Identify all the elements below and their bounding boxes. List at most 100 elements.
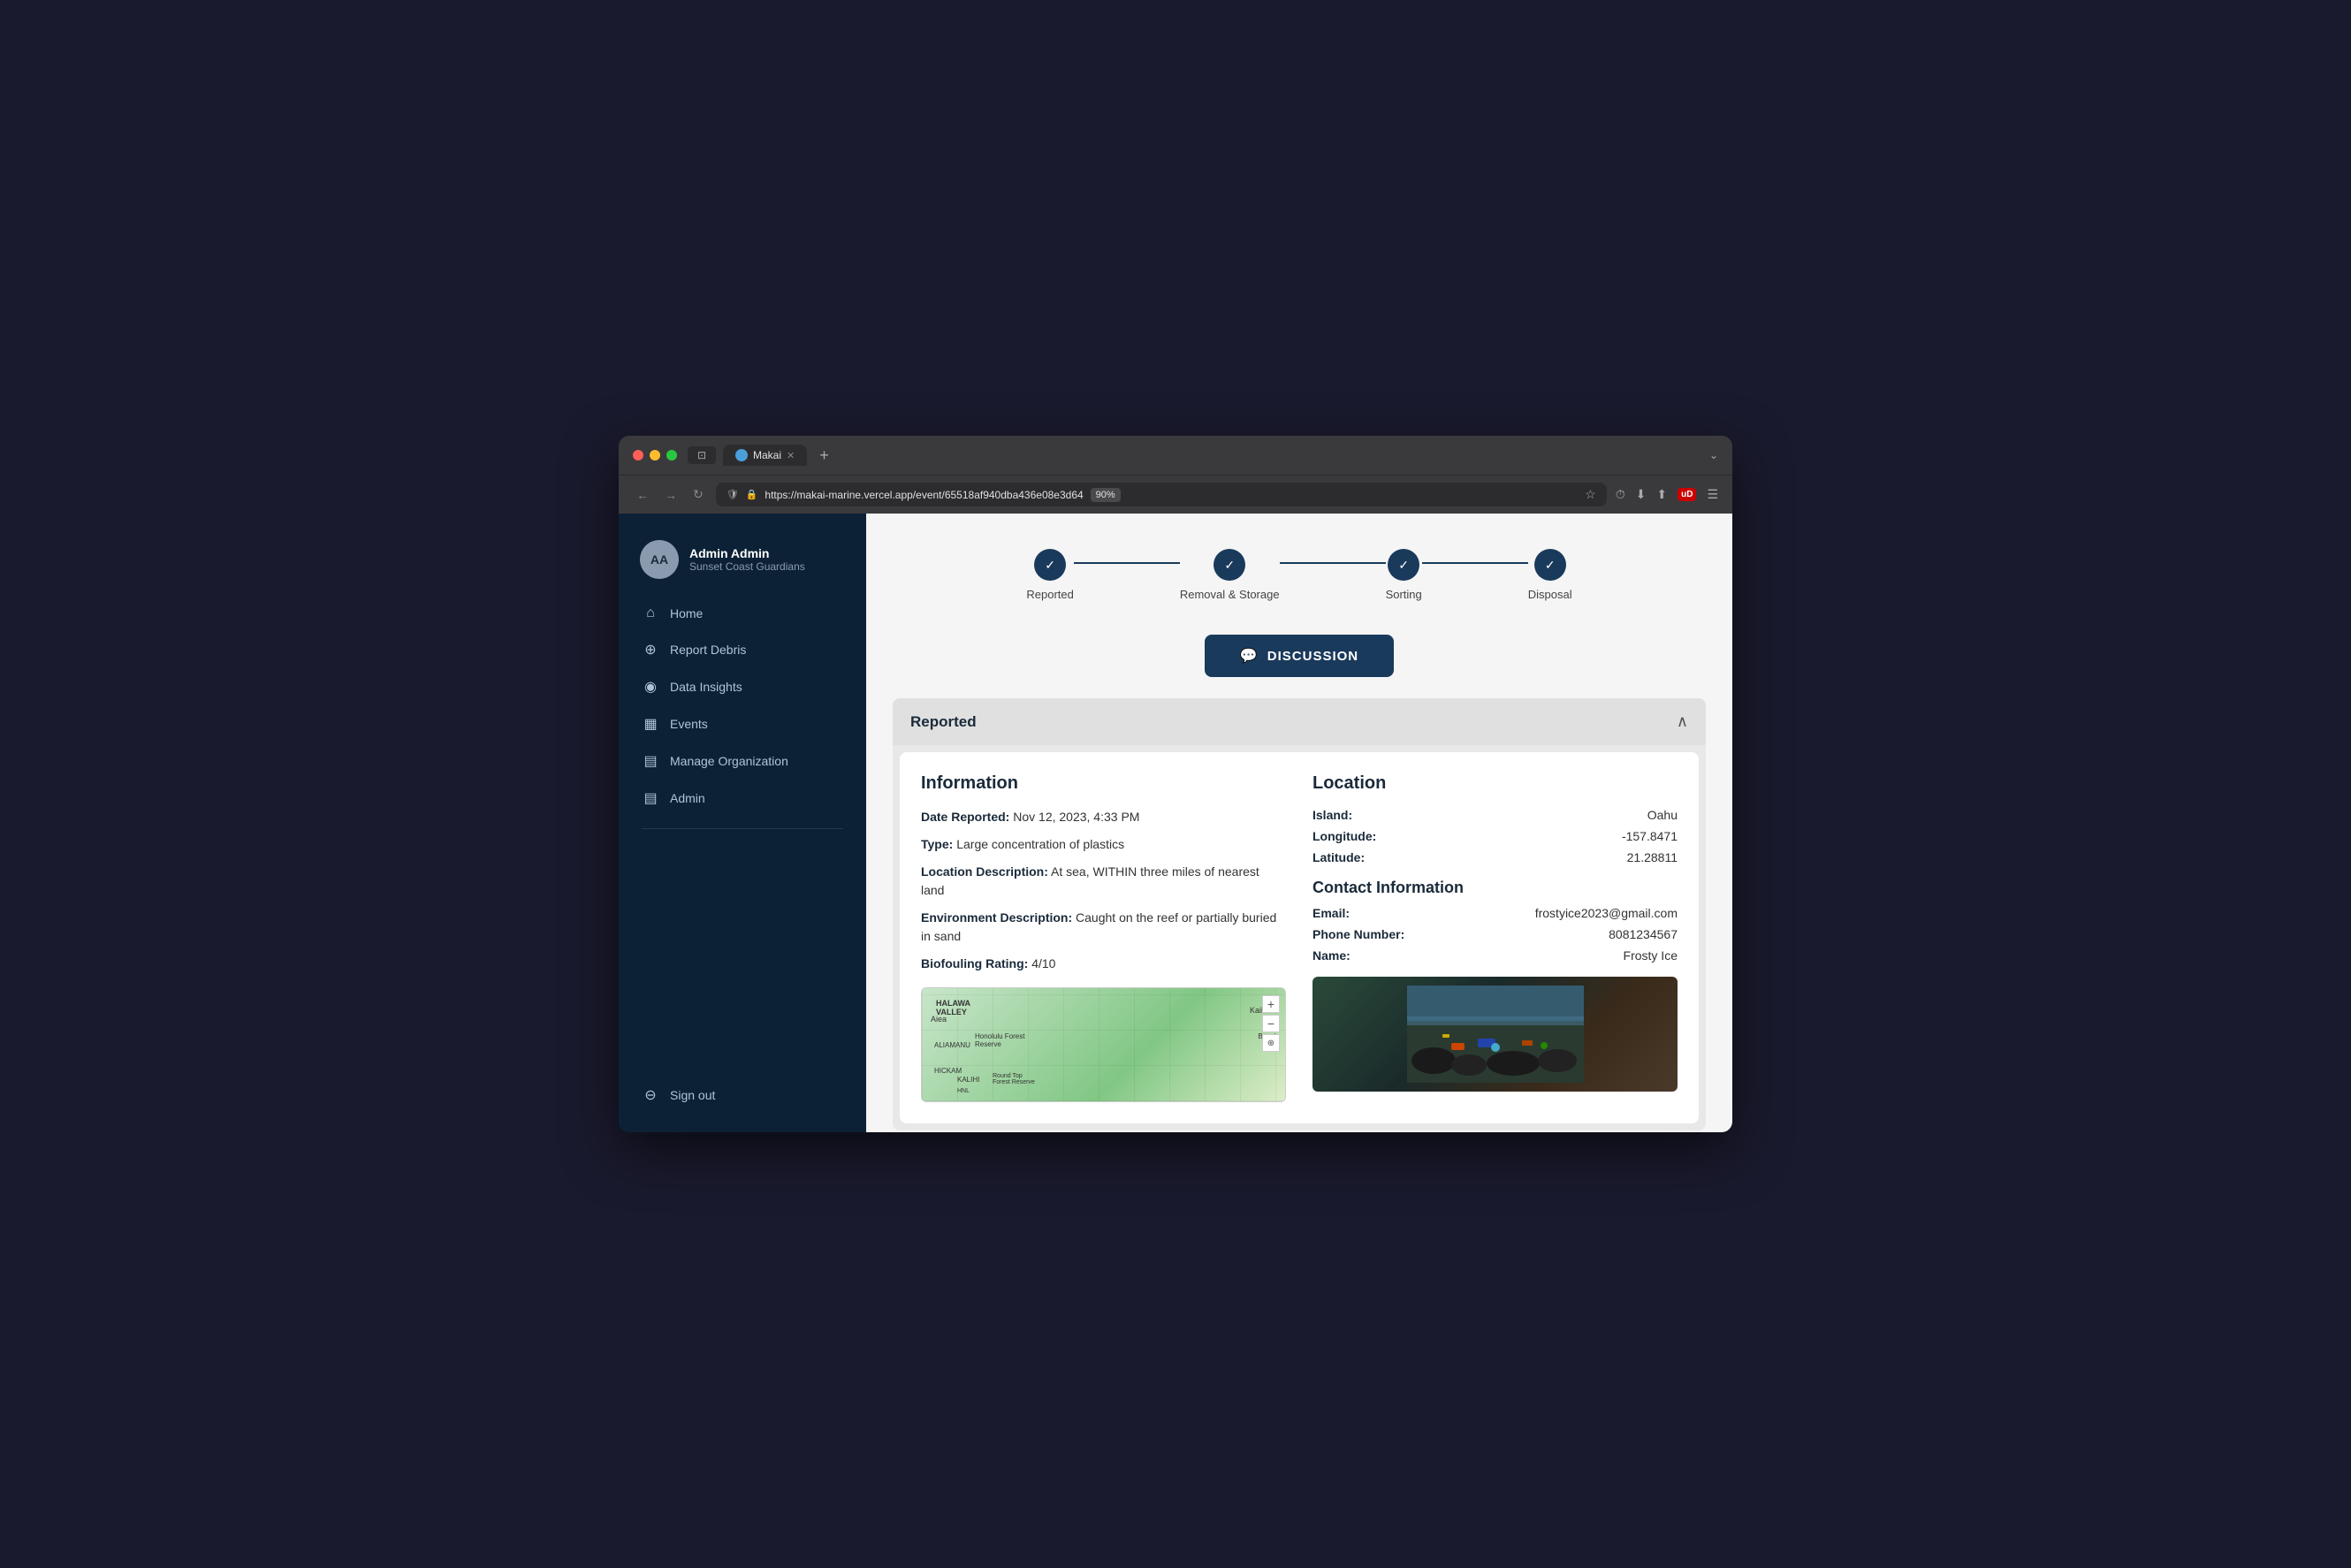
chart-icon: ◉ — [642, 678, 659, 696]
app-container: AA Admin Admin Sunset Coast Guardians ⌂ … — [619, 514, 1732, 1132]
step-disposal: ✓ Disposal — [1528, 549, 1572, 601]
zoom-badge: 90% — [1091, 488, 1121, 502]
sidebar-toggle[interactable]: ⊡ — [688, 446, 716, 464]
map-compass[interactable]: ⊕ — [1262, 1034, 1280, 1052]
date-reported-value: Nov 12, 2023, 4:33 PM — [1013, 810, 1139, 824]
active-tab[interactable]: Makai ✕ — [723, 445, 807, 466]
debris-photo-svg — [1407, 986, 1584, 1083]
sidebar: AA Admin Admin Sunset Coast Guardians ⌂ … — [619, 514, 866, 1132]
latitude-label: Latitude: — [1312, 850, 1365, 864]
step-label-removal: Removal & Storage — [1180, 588, 1280, 601]
minimize-button[interactable] — [650, 450, 660, 461]
map-label-kalihi: KALIHI — [957, 1076, 979, 1084]
sign-out-label: Sign out — [670, 1088, 715, 1102]
map-zoom-out[interactable]: − — [1262, 1015, 1280, 1032]
step-circle-removal: ✓ — [1214, 549, 1245, 581]
location-desc-row: Location Description: At sea, WITHIN thr… — [921, 863, 1286, 900]
sidebar-item-insights[interactable]: ◉ Data Insights — [629, 669, 856, 704]
env-desc-row: Environment Description: Caught on the r… — [921, 909, 1286, 946]
forward-button[interactable]: → — [661, 486, 681, 504]
information-title: Information — [921, 773, 1286, 794]
island-label: Island: — [1312, 808, 1352, 822]
share-icon[interactable]: ⬆ — [1656, 487, 1667, 502]
menu-icon[interactable]: ☰ — [1707, 487, 1718, 502]
ublock-icon[interactable]: uD — [1678, 488, 1696, 501]
sign-out-item[interactable]: ⊖ Sign out — [629, 1077, 856, 1113]
name-row: Name: Frosty Ice — [1312, 948, 1678, 963]
map-label-aiea: Aiea — [931, 1015, 947, 1024]
history-icon[interactable]: ⏱ — [1616, 487, 1625, 502]
browser-titlebar: ⊡ Makai ✕ + ⌄ — [619, 436, 1732, 475]
section-header: Reported ∧ — [893, 698, 1706, 745]
section-body: Information Date Reported: Nov 12, 2023,… — [900, 752, 1699, 1123]
step-connector-2 — [1280, 562, 1386, 564]
debris-photo — [1312, 977, 1678, 1092]
section-title: Reported — [910, 713, 977, 731]
island-row: Island: Oahu — [1312, 808, 1678, 822]
sidebar-item-home[interactable]: ⌂ Home — [629, 597, 856, 630]
step-circle-sorting: ✓ — [1388, 549, 1419, 581]
traffic-lights — [633, 450, 677, 461]
step-label-disposal: Disposal — [1528, 588, 1572, 601]
user-org: Sunset Coast Guardians — [689, 560, 805, 573]
map-label-hnl: HNL — [957, 1088, 970, 1094]
user-profile: AA Admin Admin Sunset Coast Guardians — [619, 531, 866, 597]
address-bar[interactable]: 🛡 🔒 https://makai-marine.vercel.app/even… — [716, 483, 1607, 506]
sidebar-label-admin: Admin — [670, 791, 705, 805]
step-connector-1 — [1074, 562, 1180, 564]
discussion-label: DISCUSSION — [1267, 649, 1358, 664]
user-name: Admin Admin — [689, 546, 805, 560]
sidebar-item-manage-org[interactable]: ▤ Manage Organization — [629, 743, 856, 779]
calendar-icon: ▦ — [642, 715, 659, 733]
discussion-button[interactable]: 💬 DISCUSSION — [1205, 635, 1394, 677]
phone-value: 8081234567 — [1609, 927, 1678, 941]
longitude-value: -157.8471 — [1622, 829, 1678, 843]
biofouling-row: Biofouling Rating: 4/10 — [921, 955, 1286, 973]
email-label: Email: — [1312, 906, 1350, 920]
shield-icon: 🛡 — [727, 489, 739, 500]
map-zoom-in[interactable]: + — [1262, 995, 1280, 1013]
chevron-down-icon: ⌄ — [1709, 449, 1718, 461]
progress-section: ✓ Reported ✓ Removal & Storage ✓ Sorting — [893, 540, 1706, 610]
steps-container: ✓ Reported ✓ Removal & Storage ✓ Sorting — [1026, 549, 1571, 601]
biofouling-value: 4/10 — [1031, 956, 1055, 970]
location-contact-column: Location Island: Oahu Longitude: -157.84… — [1312, 773, 1678, 1102]
sidebar-item-admin[interactable]: ▤ Admin — [629, 780, 856, 816]
reload-button[interactable]: ↻ — [689, 485, 707, 504]
step-label-reported: Reported — [1026, 588, 1073, 601]
phone-row: Phone Number: 8081234567 — [1312, 927, 1678, 941]
plus-circle-icon: ⊕ — [642, 641, 659, 658]
main-content: ✓ Reported ✓ Removal & Storage ✓ Sorting — [866, 514, 1732, 1132]
signout-icon: ⊖ — [642, 1086, 659, 1104]
back-button[interactable]: ← — [633, 486, 652, 504]
user-info: Admin Admin Sunset Coast Guardians — [689, 546, 805, 573]
step-circle-disposal: ✓ — [1534, 549, 1566, 581]
maximize-button[interactable] — [666, 450, 677, 461]
tab-close-icon[interactable]: ✕ — [787, 450, 795, 461]
download-icon[interactable]: ⬇ — [1636, 487, 1647, 502]
map-label-aliamanu: ALIAMANU — [934, 1041, 970, 1049]
map-zoom-controls: + − ⊕ — [1262, 995, 1280, 1052]
email-value: frostyice2023@gmail.com — [1535, 906, 1678, 920]
name-label: Name: — [1312, 948, 1350, 963]
star-icon[interactable]: ☆ — [1585, 487, 1596, 502]
tab-title: Makai — [753, 449, 781, 461]
map-label-hickam: HICKAM — [934, 1067, 962, 1075]
latitude-value: 21.28811 — [1627, 850, 1678, 864]
step-connector-3 — [1422, 562, 1528, 564]
type-row: Type: Large concentration of plastics — [921, 835, 1286, 854]
tab-bar: ⊡ Makai ✕ + ⌄ — [688, 445, 1718, 466]
new-tab-button[interactable]: + — [814, 446, 834, 465]
nav-menu: ⌂ Home ⊕ Report Debris ◉ Data Insights ▦… — [619, 597, 866, 1115]
two-column-layout: Information Date Reported: Nov 12, 2023,… — [921, 773, 1678, 1102]
sidebar-item-report[interactable]: ⊕ Report Debris — [629, 632, 856, 667]
reported-section: Reported ∧ Information Date Reported: No… — [893, 698, 1706, 1130]
location-desc-label: Location Description: — [921, 864, 1048, 879]
collapse-toggle[interactable]: ∧ — [1677, 712, 1688, 731]
close-button[interactable] — [633, 450, 643, 461]
sidebar-label-report: Report Debris — [670, 643, 746, 657]
nav-divider — [642, 828, 843, 829]
sidebar-item-events[interactable]: ▦ Events — [629, 706, 856, 742]
step-removal: ✓ Removal & Storage — [1180, 549, 1280, 601]
env-desc-label: Environment Description: — [921, 910, 1072, 925]
